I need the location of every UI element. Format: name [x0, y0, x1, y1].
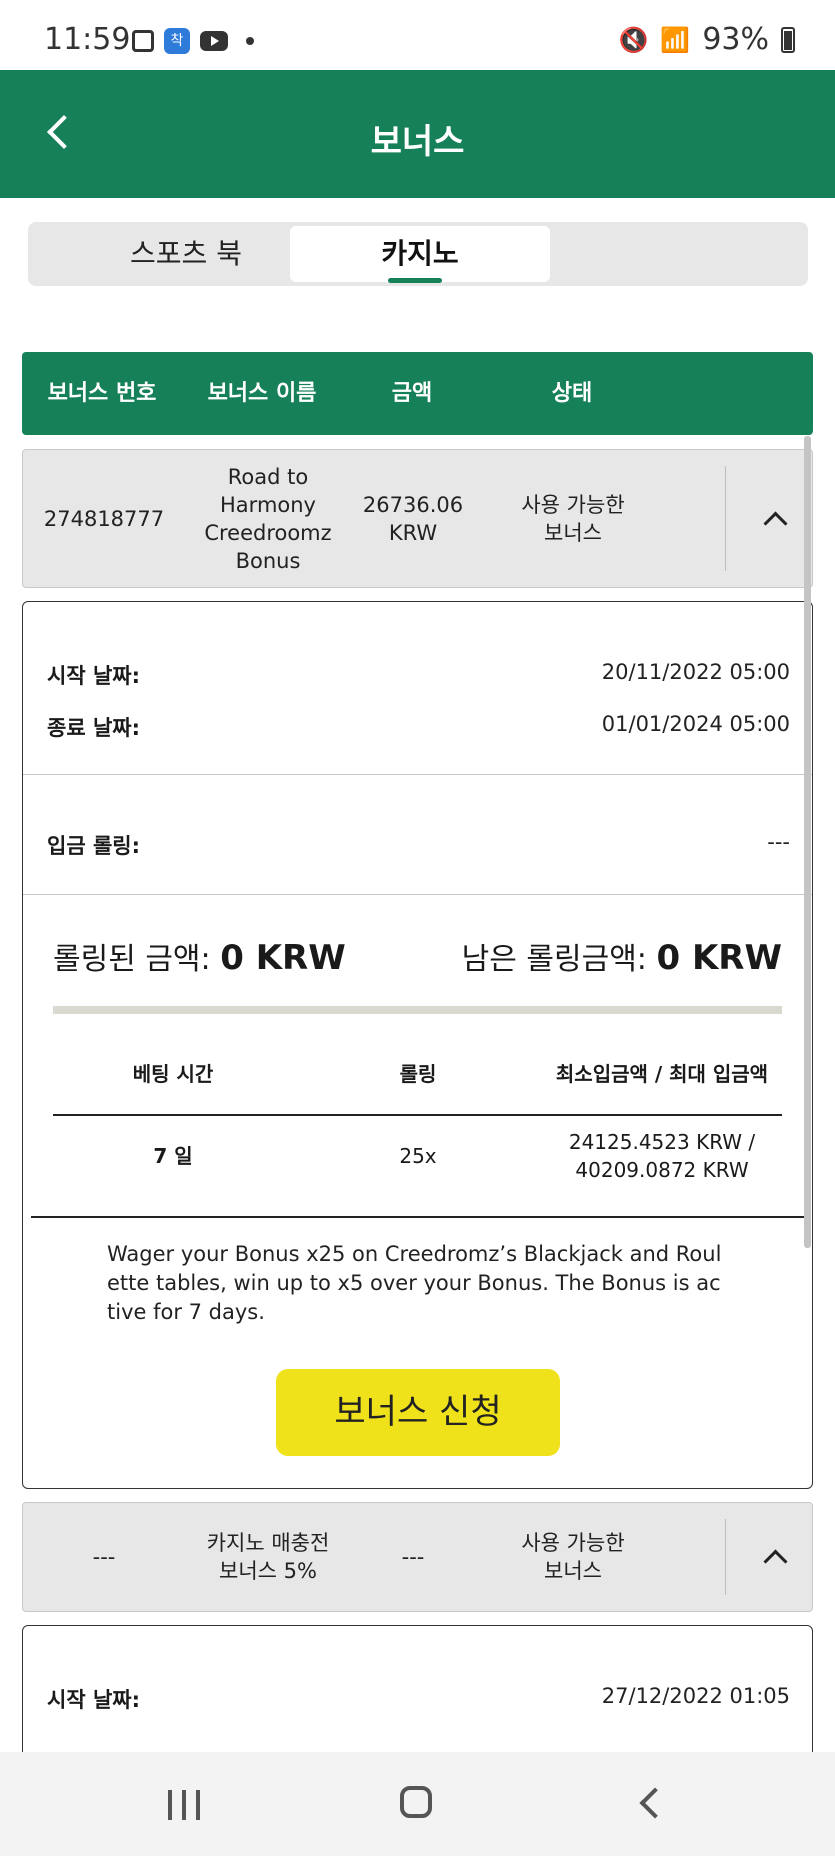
notification-icons: 착: [132, 28, 254, 54]
remaining-rolling-value: 0 KRW: [656, 938, 782, 978]
col-header-rolling: 롤링: [399, 1062, 437, 1086]
divider: [31, 1216, 804, 1218]
divider: [23, 774, 812, 775]
chevron-up-icon[interactable]: [763, 510, 788, 536]
scrollbar[interactable]: [804, 436, 811, 1248]
col-header-betting-time: 베팅 시간: [132, 1062, 214, 1086]
battery-percent: 93%: [702, 22, 769, 57]
bonus-details-card: 시작 날짜: 20/11/2022 05:00 종료 날짜: 01/01/202…: [22, 601, 813, 1489]
remaining-rolling: 남은 롤링금액: 0 KRW: [462, 934, 782, 978]
youtube-icon: [200, 31, 228, 51]
bonus-amount: ---: [401, 1545, 425, 1569]
chevron-up-icon[interactable]: [763, 1549, 788, 1574]
tab-sportsbook[interactable]: 스포츠 북: [56, 226, 316, 282]
page-title: 보너스: [370, 122, 465, 162]
col-header-bonus-name: 보너스 이름: [207, 380, 317, 406]
bonus-status: 사용 가능한 보너스: [521, 1531, 625, 1583]
bonus-number: 274818777: [43, 506, 165, 531]
system-back-icon[interactable]: [639, 1787, 671, 1819]
betting-time-value: 7 일: [153, 1144, 193, 1168]
deposit-rolling-label: 입금 롤링:: [47, 834, 140, 858]
app-badge-icon: 착: [164, 28, 190, 54]
wifi-icon: 📶: [660, 25, 691, 54]
col-header-amount: 금액: [391, 380, 433, 406]
bonus-amount: 26736.06 KRW: [362, 492, 464, 545]
battery-icon: [781, 26, 795, 53]
status-time: 11:59: [44, 22, 131, 57]
divider: [23, 894, 812, 895]
mute-icon: 🔇: [618, 25, 649, 54]
rolling-value: 25x: [399, 1144, 437, 1168]
rolled-amount-value: 0 KRW: [220, 938, 346, 978]
bonus-row[interactable]: 274818777 Road to Harmony Creedroomz Bon…: [22, 449, 813, 588]
end-date-label: 종료 날짜:: [47, 716, 140, 740]
end-date-value: 01/01/2024 05:00: [601, 712, 790, 736]
col-header-status: 상태: [551, 380, 593, 406]
start-date-label: 시작 날짜:: [47, 1688, 140, 1712]
deposit-rolling-value: ---: [767, 830, 790, 854]
tab-casino[interactable]: 카지노: [290, 226, 550, 282]
recent-apps-icon[interactable]: [168, 1790, 200, 1820]
bonus-name: Road to Harmony Creedroomz Bonus: [204, 464, 332, 573]
apply-bonus-button[interactable]: 보너스 신청: [276, 1369, 560, 1456]
more-notifications-icon: [246, 37, 254, 45]
start-date-value: 20/11/2022 05:00: [601, 660, 790, 684]
bonus-table-header: 보너스 번호 보너스 이름 금액 상태: [22, 352, 813, 435]
start-date-value: 27/12/2022 01:05: [601, 1684, 790, 1708]
col-header-bonus-number: 보너스 번호: [47, 380, 157, 406]
col-header-min-max-deposit: 최소입금액 / 최대 입금액: [555, 1062, 769, 1086]
bonus-name: 카지노 매충전 보너스 5%: [206, 1531, 330, 1583]
home-icon[interactable]: [400, 1786, 432, 1818]
bonus-status: 사용 가능한 보너스: [521, 492, 625, 545]
tab-casino-label: 카지노: [381, 237, 459, 270]
rolling-progress-bar: [53, 1006, 782, 1014]
bonus-row[interactable]: --- 카지노 매충전 보너스 5% --- 사용 가능한 보너스: [22, 1502, 813, 1612]
system-indicators: 🔇 📶 93%: [619, 22, 795, 57]
tab-bar: 스포츠 북 카지노: [28, 222, 808, 286]
active-tab-indicator: [388, 278, 442, 283]
bonus-number: ---: [92, 1545, 116, 1569]
remaining-rolling-label: 남은 롤링금액:: [461, 942, 647, 977]
row-divider: [725, 1519, 726, 1595]
rolled-amount-label: 롤링된 금액:: [53, 942, 211, 977]
rolled-amount: 롤링된 금액: 0 KRW: [53, 934, 346, 978]
system-navigation-bar: [0, 1752, 835, 1856]
status-bar: 11:59 착 🔇 📶 93%: [0, 0, 835, 70]
min-max-deposit-value: 24125.4523 KRW / 40209.0872 KRW: [568, 1130, 756, 1182]
app-header: 보너스: [0, 70, 835, 198]
start-date-label: 시작 날짜:: [47, 664, 140, 688]
gallery-icon: [132, 30, 154, 52]
table-row: 7 일 25x 24125.4523 KRW / 40209.0872 KRW: [53, 1116, 782, 1196]
bonus-description: Wager your Bonus x25 on Creedromz’s Blac…: [107, 1242, 722, 1324]
terms-table-header: 베팅 시간 롤링 최소입금액 / 최대 입금액: [53, 1034, 782, 1116]
row-divider: [725, 466, 726, 571]
